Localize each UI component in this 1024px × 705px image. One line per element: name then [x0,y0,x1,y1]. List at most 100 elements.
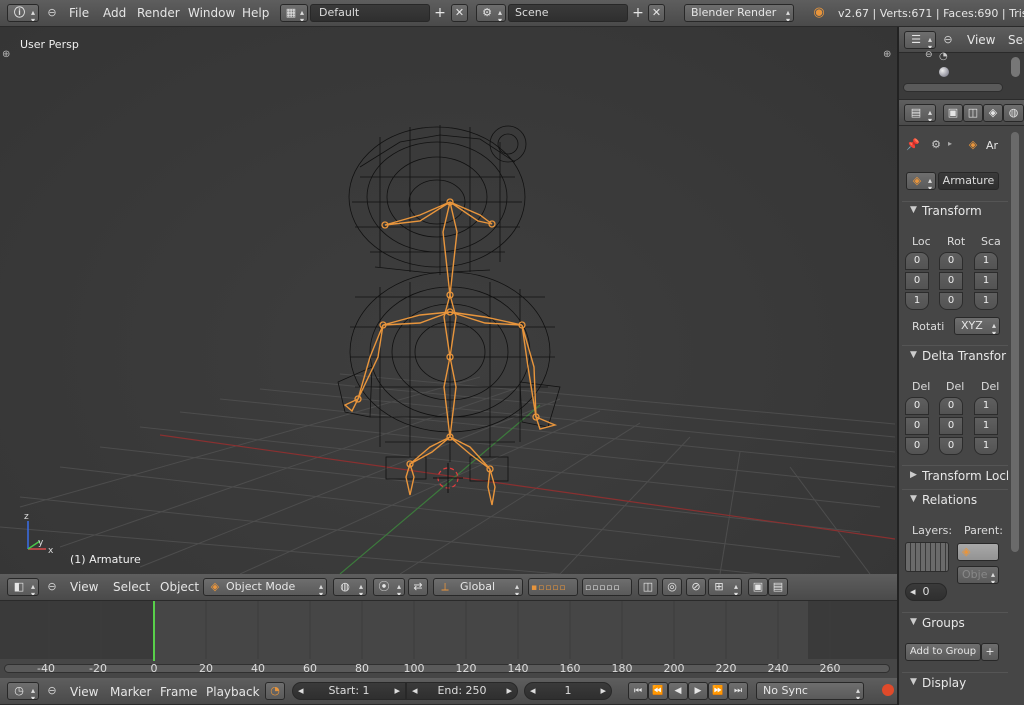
parent-type-select[interactable]: Obje ▴ ▾ [957,566,999,584]
region-plus-icon[interactable]: ⊕ [2,49,10,60]
timeline-menu-marker[interactable]: Marker [110,679,151,705]
menu-help[interactable]: Help [242,0,269,26]
scale-x-field[interactable]: 1 [974,252,998,270]
pin-icon[interactable]: 📌 [905,137,921,153]
jump-to-end-button[interactable]: ⏭ [728,682,748,700]
location-z-field[interactable]: 1 [905,292,929,310]
render-animation-button[interactable]: ▤ [768,578,788,596]
location-y-field[interactable]: 0 [905,272,929,290]
pivot-point-select[interactable]: ⦿ ▴ ▾ [373,578,405,596]
scene-layers-grid-a[interactable]: ▪▫▫▫▫ [528,578,578,596]
screen-layout-field[interactable]: Default [310,4,430,22]
interaction-mode-select[interactable]: ◈ Object Mode ▴ ▾ [203,578,327,596]
tree-expand-icon[interactable]: ⊖ [925,50,933,60]
outliner-search-label[interactable]: Sea [1008,27,1024,53]
jump-keyframe-back-button[interactable]: ⏪ [648,682,668,700]
snap-toggle[interactable]: ⊘ [686,578,706,596]
collapse-menus-icon[interactable]: ⊖ [46,579,58,595]
sync-mode-select[interactable]: No Sync ▴ ▾ [756,682,864,700]
play-button[interactable]: ▶ [688,682,708,700]
menu-window[interactable]: Window [188,0,235,26]
viewport-shading-select[interactable]: ◍ ▴ ▾ [333,578,367,596]
layer-lock-button[interactable]: ◫ [638,578,658,596]
frame-start-field[interactable]: ◂ Start: 1 ▸ [292,682,406,700]
editor-type-3dview-button[interactable]: ◧ ▴ ▾ [7,578,39,596]
snap-element-select[interactable]: ⊞ ▴ ▾ [708,578,742,596]
add-scene-icon[interactable]: + [630,5,646,21]
location-x-field[interactable]: 0 [905,252,929,270]
scale-y-field[interactable]: 1 [974,272,998,290]
jump-keyframe-forward-button[interactable]: ⏩ [708,682,728,700]
3d-cursor[interactable] [433,463,463,493]
timeline-menu-playback[interactable]: Playback [206,679,260,705]
object-browse-button[interactable]: ◈ ▴ ▾ [906,172,936,190]
object-layers-grid[interactable] [905,542,949,572]
transform-orientation-select[interactable]: ⟂ Global ▴ ▾ [433,578,523,596]
frame-end-field[interactable]: ◂ End: 250 ▸ [406,682,518,700]
tab-world[interactable]: ◍ [1003,104,1024,122]
tab-scene[interactable]: ◈ [983,104,1003,122]
delta-scale-z-field[interactable]: 1 [974,437,998,455]
tab-render-layers[interactable]: ◫ [963,104,983,122]
add-to-group-button[interactable]: Add to Group [905,643,981,661]
delta-rotation-y-field[interactable]: 0 [939,417,963,435]
delta-rotation-x-field[interactable]: 0 [939,397,963,415]
outliner-vscroll[interactable] [1011,57,1020,77]
rotation-x-field[interactable]: 0 [939,252,963,270]
scene-layers-grid-b[interactable]: ▫▫▫▫▫ [582,578,632,596]
delete-scene-button[interactable]: ✕ [648,4,665,22]
scene-field[interactable]: Scene [508,4,628,22]
proportional-icon: ◎ [667,580,677,593]
current-frame-field[interactable]: ◂ 1 ▸ [524,682,612,700]
add-layout-icon[interactable]: + [432,5,448,21]
timeline-menu-frame[interactable]: Frame [160,679,197,705]
delta-rotation-z-field[interactable]: 0 [939,437,963,455]
screen-layout-icon-button[interactable]: ▦ ▴ ▾ [280,4,308,22]
collapse-menus-icon[interactable]: ⊖ [46,5,58,21]
scale-z-field[interactable]: 1 [974,292,998,310]
editor-type-timeline-button[interactable]: ◷ ▴ ▾ [7,682,39,700]
menu-render[interactable]: Render [137,0,180,26]
view3d-menu-select[interactable]: Select [113,574,150,600]
delta-scale-y-field[interactable]: 1 [974,417,998,435]
rotation-z-field[interactable]: 0 [939,292,963,310]
rotation-mode-select[interactable]: XYZ ▴ ▾ [954,317,1000,335]
properties-scrollbar[interactable] [1011,132,1019,552]
editor-type-outliner-button[interactable]: ☰ ▴ ▾ [904,31,936,49]
collapse-menus-icon[interactable]: ⊖ [942,32,954,48]
rotation-y-field[interactable]: 0 [939,272,963,290]
delta-location-x-field[interactable]: 0 [905,397,929,415]
manipulator-toggle[interactable]: ⇄ [408,578,428,596]
pass-index-field[interactable]: ◂ 0 [905,583,947,601]
collapse-menus-icon[interactable]: ⊖ [46,683,58,699]
play-reverse-button[interactable]: ◀ [668,682,688,700]
proportional-edit-button[interactable]: ◎ [662,578,682,596]
timeline-menu-view[interactable]: View [70,679,98,705]
timeline-current-frame-cursor[interactable] [153,601,155,661]
object-name-field[interactable]: Armature [938,172,999,190]
view3d-menu-object[interactable]: Object [160,574,199,600]
menu-file[interactable]: File [69,0,89,26]
record-icon[interactable] [882,684,894,696]
use-preview-range-button[interactable]: ◔ [265,682,285,700]
editor-type-info-button[interactable]: ⓘ ▴ ▾ [7,4,39,22]
parent-field[interactable]: ◈ [957,543,999,561]
delta-location-z-field[interactable]: 0 [905,437,929,455]
outliner-tree[interactable]: ⊖ ◔ [899,50,1024,99]
viewport-3d[interactable]: z x y User Persp (1) Armature ⊕ ⊕ [0,27,897,574]
editor-type-properties-button[interactable]: ▤ ▴ ▾ [904,104,936,122]
scene-icon-button[interactable]: ⚙ ▴ ▾ [476,4,506,22]
region-plus-icon-right[interactable]: ⊕ [883,49,891,60]
tab-render[interactable]: ▣ [943,104,963,122]
view3d-menu-view[interactable]: View [70,574,98,600]
delta-scale-x-field[interactable]: 1 [974,397,998,415]
menu-add[interactable]: Add [103,0,126,26]
new-group-button[interactable]: + [981,643,999,661]
delete-layout-button[interactable]: ✕ [451,4,468,22]
render-opengl-button[interactable]: ▣ [748,578,768,596]
delta-location-y-field[interactable]: 0 [905,417,929,435]
outliner-menu-view[interactable]: View [967,27,995,53]
jump-to-start-button[interactable]: ⏮ [628,682,648,700]
outliner-scrollbar[interactable] [903,83,1003,92]
render-engine-select[interactable]: Blender Render ▴ ▾ [684,4,794,22]
